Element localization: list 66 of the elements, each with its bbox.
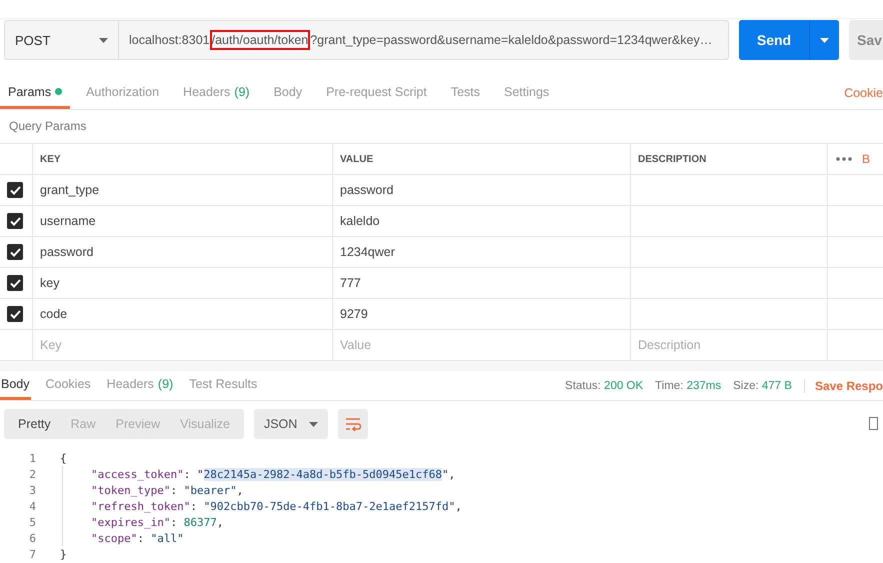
wrap-lines-button[interactable] [338, 409, 368, 439]
checkmark-icon [10, 216, 20, 226]
caret-icon [820, 38, 829, 42]
response-tab[interactable]: Body [0, 371, 30, 400]
table-cell[interactable]: password [33, 237, 333, 268]
request-tab[interactable]: Pre-request Script [318, 77, 435, 109]
response-stat: Size: 477 B [733, 380, 792, 392]
request-tab[interactable]: Authorization [78, 77, 168, 109]
table-cell[interactable]: 1234qwer [333, 237, 631, 268]
code-line: "refresh_token": "902cbb70-75de-4fb1-8ba7-2e1aef2157fd", [62, 498, 462, 514]
table-cell[interactable]: key [33, 268, 333, 299]
checkbox[interactable] [7, 213, 23, 229]
code-line: "expires_in": 86377, [62, 514, 224, 530]
checkbox[interactable] [7, 275, 23, 291]
response-tab[interactable]: Headers (9) [106, 371, 174, 400]
send-options-button[interactable] [809, 20, 839, 60]
line-number: 1 [28, 452, 36, 464]
checkbox[interactable] [7, 182, 23, 198]
table-cell[interactable]: kaleldo [333, 206, 631, 237]
checkmark-icon [10, 278, 20, 288]
line-number: 4 [28, 500, 36, 512]
response-stat: Time: 237ms [655, 380, 722, 392]
view-mode-tab[interactable]: Pretty [8, 409, 61, 439]
line-number: 5 [28, 516, 36, 528]
save-response-button[interactable]: Save Respo [804, 378, 883, 392]
format-dropdown[interactable]: JSON [254, 409, 328, 439]
column-header: DESCRIPTION [631, 144, 828, 175]
line-number: 7 [28, 548, 36, 560]
input-field[interactable]: Value [333, 330, 631, 361]
more-icon[interactable] [836, 157, 852, 161]
table-cell[interactable]: password [333, 175, 631, 206]
section-title: Query Params [8, 118, 88, 135]
response-stat: Status: 200 OK [565, 380, 644, 392]
table-cell[interactable]: username [33, 206, 333, 237]
caret-icon [309, 422, 318, 426]
checkmark-icon [10, 186, 20, 194]
checkmark-icon [10, 310, 20, 318]
request-tab[interactable]: Params [0, 77, 70, 109]
code-line: "access_token": "28c2145a-2982-4a8d-b5fb-5d0945e1cf68", [62, 466, 456, 482]
code-line: } [60, 546, 67, 562]
request-tab[interactable]: Tests [442, 77, 488, 109]
input-field[interactable]: Description [631, 330, 828, 361]
response-tab[interactable]: Cookies [44, 371, 92, 400]
response-tab[interactable]: Test Results [188, 371, 258, 400]
wrap-lines-icon [345, 417, 362, 431]
line-number: 3 [28, 484, 36, 496]
column-header: KEY [33, 144, 333, 175]
table-cell[interactable]: 777 [333, 268, 631, 299]
code-line: "scope": "all" [62, 530, 184, 546]
save-button[interactable]: Sav [849, 20, 883, 60]
cookies-link[interactable]: Cookie [844, 86, 883, 100]
checkbox[interactable] [7, 244, 23, 260]
code-line: { [60, 450, 67, 466]
column-header: VALUE [333, 144, 631, 175]
request-tab[interactable]: Settings [496, 77, 558, 109]
bulk-edit-link[interactable]: B [862, 152, 870, 166]
line-number: 2 [28, 468, 36, 480]
table-cell[interactable]: grant_type [33, 175, 333, 206]
request-tab[interactable]: Headers (9) [175, 77, 258, 109]
checkmark-icon [10, 248, 20, 256]
checkbox[interactable] [7, 306, 23, 322]
copy-icon[interactable] [869, 417, 879, 431]
line-number: 6 [28, 532, 36, 544]
request-tab[interactable]: Body [266, 77, 310, 109]
input-field[interactable]: Key [33, 330, 333, 361]
code-line: "token_type": "bearer", [62, 482, 244, 498]
